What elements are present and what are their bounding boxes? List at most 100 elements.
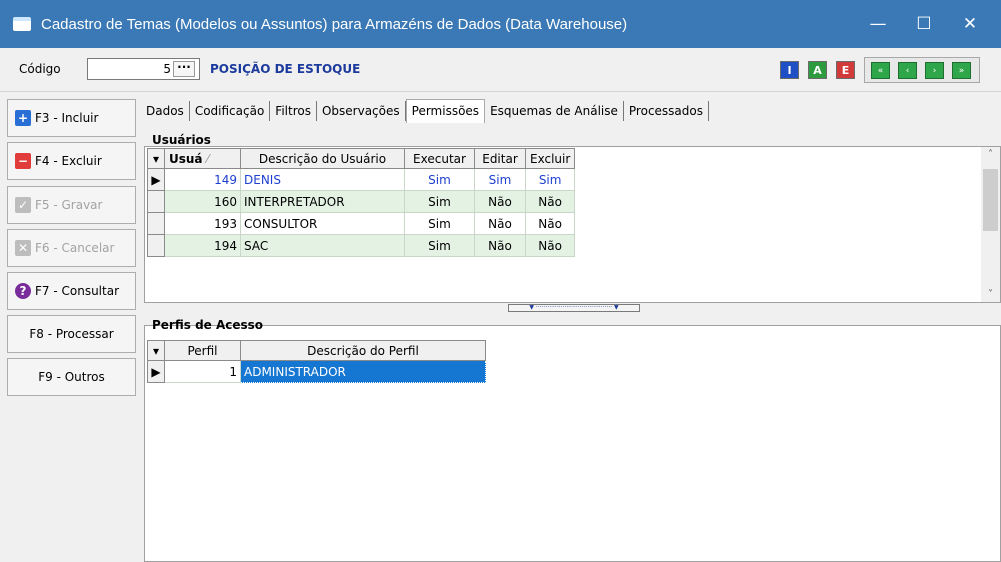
col-edit[interactable]: Editar (474, 148, 526, 169)
tab-processados[interactable]: Processados (624, 101, 709, 121)
exclude-mode-button[interactable]: E (836, 61, 855, 79)
user-desc: INTERPRETADOR (240, 190, 405, 213)
code-label: Código (19, 62, 61, 76)
header-bar: Código 5 ··· POSIÇÃO DE ESTOQUE I A E « … (0, 48, 1001, 92)
profiles-panel: ▾ Perfil Descrição do Perfil ▶ 1 ADMINIS… (144, 325, 1001, 562)
panel-splitter[interactable]: ▼ ······································… (508, 304, 640, 312)
app-icon (13, 17, 31, 31)
minus-icon: − (15, 153, 31, 169)
cancel-label: F6 - Cancelar (35, 241, 115, 255)
last-record-button[interactable]: » (952, 62, 971, 79)
user-delete[interactable]: Não (525, 212, 576, 235)
topic-name: POSIÇÃO DE ESTOQUE (210, 62, 361, 76)
users-panel: ▾ Usuá ⁄ Descrição do Usuário Executar E… (144, 146, 1001, 303)
row-indicator (147, 212, 165, 235)
user-edit[interactable]: Não (474, 212, 526, 235)
user-desc: DENIS (240, 168, 405, 191)
user-edit[interactable]: Sim (474, 168, 526, 191)
user-execute[interactable]: Sim (404, 234, 475, 257)
maximize-button[interactable]: ☐ (901, 0, 947, 48)
users-scrollbar[interactable]: ˄ ˅ (981, 147, 1000, 302)
col-user-id[interactable]: Usuá ⁄ (164, 148, 241, 169)
user-execute[interactable]: Sim (404, 190, 475, 213)
table-row[interactable]: 194 SAC Sim Não Não (147, 234, 576, 257)
users-select-all[interactable]: ▾ (147, 148, 165, 169)
scroll-up-icon[interactable]: ˄ (981, 149, 1000, 160)
table-row[interactable]: ▶ 149 DENIS Sim Sim Sim (147, 168, 576, 191)
code-field[interactable]: 5 ··· (87, 58, 200, 80)
process-label: F8 - Processar (29, 327, 114, 341)
profiles-select-all[interactable]: ▾ (147, 340, 165, 361)
users-section-title: Usuários (152, 133, 211, 147)
users-header-row: ▾ Usuá ⁄ Descrição do Usuário Executar E… (147, 148, 576, 169)
save-label: F5 - Gravar (35, 198, 103, 212)
query-label: F7 - Consultar (35, 284, 120, 298)
scroll-thumb[interactable] (983, 169, 998, 231)
col-delete[interactable]: Excluir (524, 148, 576, 169)
user-desc: CONSULTOR (240, 212, 405, 235)
user-delete[interactable]: Não (525, 234, 576, 257)
table-row[interactable]: 160 INTERPRETADOR Sim Não Não (147, 190, 576, 213)
others-label: F9 - Outros (38, 370, 105, 384)
query-button[interactable]: ? F7 - Consultar (7, 272, 136, 310)
profile-id: 1 (164, 360, 241, 383)
profiles-header-row: ▾ Perfil Descrição do Perfil (147, 340, 486, 361)
col-execute[interactable]: Executar (404, 148, 475, 169)
tab-dados[interactable]: Dados (141, 101, 190, 121)
users-grid[interactable]: ▾ Usuá ⁄ Descrição do Usuário Executar E… (147, 148, 576, 257)
tab-filtros[interactable]: Filtros (270, 101, 317, 121)
scroll-down-icon[interactable]: ˅ (981, 289, 1000, 300)
tab-codificacao[interactable]: Codificação (190, 101, 271, 121)
table-row[interactable]: 193 CONSULTOR Sim Não Não (147, 212, 576, 235)
profile-desc: ADMINISTRADOR (240, 360, 486, 383)
user-execute[interactable]: Sim (404, 212, 475, 235)
col-user-desc[interactable]: Descrição do Usuário (240, 148, 405, 169)
tab-esquemas-de-analise[interactable]: Esquemas de Análise (485, 101, 624, 121)
col-profile-desc[interactable]: Descrição do Perfil (240, 340, 486, 361)
delete-button[interactable]: − F4 - Excluir (7, 142, 136, 180)
first-record-button[interactable]: « (871, 62, 890, 79)
row-indicator (147, 234, 165, 257)
user-id: 160 (164, 190, 241, 213)
others-button[interactable]: F9 - Outros (7, 358, 136, 396)
minimize-button[interactable]: — (855, 0, 901, 48)
check-icon: ✓ (15, 197, 31, 213)
process-button[interactable]: F8 - Processar (7, 315, 136, 353)
tab-strip: Dados Codificação Filtros Observações Pe… (141, 98, 709, 124)
row-indicator: ▶ (147, 360, 165, 383)
include-label: F3 - Incluir (35, 111, 99, 125)
lookup-button[interactable]: ··· (173, 61, 195, 77)
user-id: 194 (164, 234, 241, 257)
plus-icon: + (15, 110, 31, 126)
next-record-button[interactable]: › (925, 62, 944, 79)
user-execute[interactable]: Sim (404, 168, 475, 191)
user-id: 193 (164, 212, 241, 235)
close-button[interactable]: ✕ (947, 0, 993, 48)
user-id: 149 (164, 168, 241, 191)
code-value: 5 (163, 62, 171, 76)
delete-label: F4 - Excluir (35, 154, 102, 168)
previous-record-button[interactable]: ‹ (898, 62, 917, 79)
row-indicator: ▶ (147, 168, 165, 191)
user-delete[interactable]: Sim (525, 168, 576, 191)
user-edit[interactable]: Não (474, 190, 526, 213)
col-profile-id[interactable]: Perfil (164, 340, 241, 361)
alter-mode-button[interactable]: A (808, 61, 827, 79)
title-bar: Cadastro de Temas (Modelos ou Assuntos) … (0, 0, 1001, 48)
question-icon: ? (15, 283, 31, 299)
tab-permissoes[interactable]: Permissões (405, 99, 486, 123)
row-indicator (147, 190, 165, 213)
insert-mode-button[interactable]: I (780, 61, 799, 79)
user-delete[interactable]: Não (525, 190, 576, 213)
profiles-grid[interactable]: ▾ Perfil Descrição do Perfil ▶ 1 ADMINIS… (147, 340, 486, 383)
include-button[interactable]: + F3 - Incluir (7, 99, 136, 137)
cancel-button[interactable]: ✕ F6 - Cancelar (7, 229, 136, 267)
tab-observacoes[interactable]: Observações (317, 101, 406, 121)
table-row[interactable]: ▶ 1 ADMINISTRADOR (147, 360, 486, 383)
user-desc: SAC (240, 234, 405, 257)
cancel-icon: ✕ (15, 240, 31, 256)
profiles-section-title: Perfis de Acesso (152, 318, 264, 332)
save-button[interactable]: ✓ F5 - Gravar (7, 186, 136, 224)
user-edit[interactable]: Não (474, 234, 526, 257)
record-navigation: « ‹ › » (864, 57, 980, 83)
